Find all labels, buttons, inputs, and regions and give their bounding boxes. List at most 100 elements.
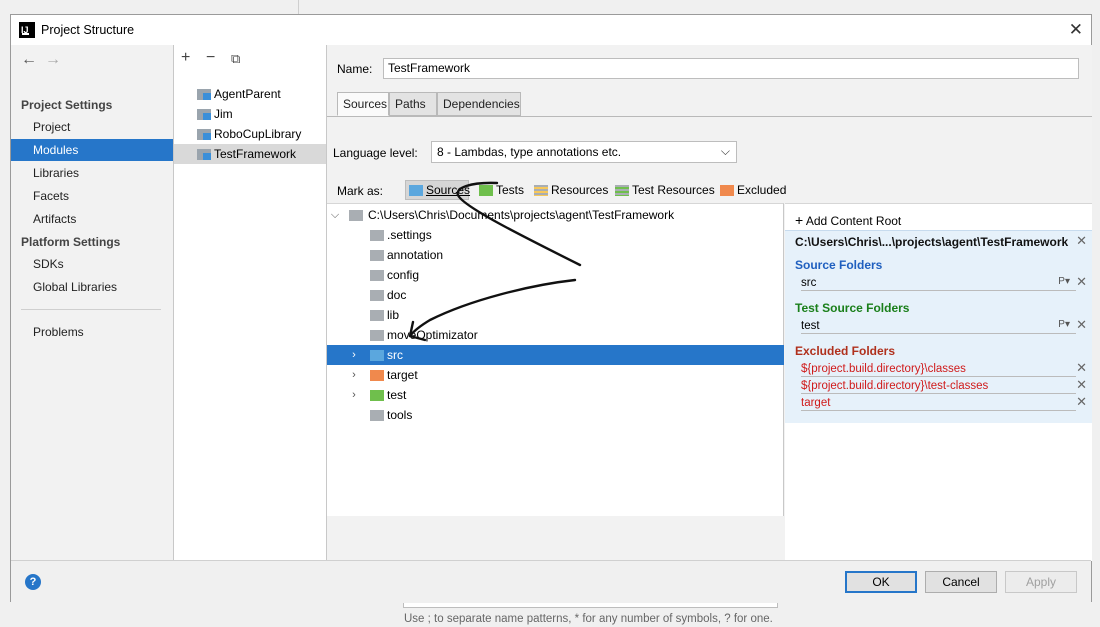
tree-row-label: doc <box>387 288 407 302</box>
module-label: Jim <box>214 107 233 121</box>
module-item[interactable]: Jim <box>174 104 326 124</box>
tree-row[interactable]: › target <box>327 365 784 385</box>
chevron-down-icon[interactable]: ⌵ <box>329 205 341 225</box>
tree-row-label: moveOptimizator <box>387 328 478 342</box>
tab-paths[interactable]: Paths <box>389 92 437 116</box>
tree-row[interactable]: lib <box>327 305 784 325</box>
excluded-folder-icon <box>720 185 734 196</box>
platform-settings-header: Platform Settings <box>21 235 121 249</box>
folder-icon <box>349 210 363 221</box>
remove-test-folder-icon[interactable]: ✕ <box>1076 317 1087 333</box>
excluded-folder-entry[interactable]: target <box>801 395 1076 411</box>
folder-icon <box>370 250 384 261</box>
remove-excluded-folder-icon[interactable]: ✕ <box>1076 394 1087 410</box>
nav-item-facets[interactable]: Facets <box>11 185 173 207</box>
cancel-button[interactable]: Cancel <box>925 571 997 593</box>
source-folders-header: Source Folders <box>795 258 883 272</box>
mark-test-resources-button[interactable]: Test Resources <box>611 180 719 200</box>
module-icon <box>197 128 211 140</box>
source-folder-entry[interactable]: src <box>801 275 1076 291</box>
background-divider <box>298 0 299 14</box>
chevron-right-icon[interactable]: › <box>348 345 360 365</box>
nav-item-libraries[interactable]: Libraries <box>11 162 173 184</box>
test-source-folders-header: Test Source Folders <box>795 301 910 315</box>
excluded-folder-entry[interactable]: ${project.build.directory}\test-classes <box>801 378 1076 394</box>
mark-resources-button[interactable]: Resources <box>530 180 612 200</box>
module-item[interactable]: RoboCupLibrary <box>174 124 326 144</box>
tab-dependencies[interactable]: Dependencies <box>437 92 521 116</box>
chevron-down-icon: ⌵ <box>720 144 730 158</box>
tree-row-label: config <box>387 268 420 282</box>
close-icon[interactable]: ✕ <box>1069 20 1083 40</box>
nav-item-sdks[interactable]: SDKs <box>11 253 173 275</box>
arrow-right-icon[interactable]: → <box>45 51 61 69</box>
nav-item-project[interactable]: Project <box>11 116 173 138</box>
nav-item-global-libraries[interactable]: Global Libraries <box>11 276 173 298</box>
arrow-left-icon[interactable]: ← <box>21 51 37 69</box>
apply-button[interactable]: Apply <box>1005 571 1077 593</box>
project-structure-dialog: IJ Project Structure ✕ ← → Project Setti… <box>10 14 1092 625</box>
remove-excluded-folder-icon[interactable]: ✕ <box>1076 360 1087 376</box>
module-item-selected[interactable]: TestFramework <box>174 144 326 164</box>
ok-button[interactable]: OK <box>845 571 917 593</box>
tree-row-selected[interactable]: › src <box>327 345 784 365</box>
mark-sources-button[interactable]: Sources <box>405 180 470 200</box>
tree-row[interactable]: tools <box>327 405 784 425</box>
intellij-app-icon: IJ <box>19 22 35 38</box>
module-icon <box>197 108 211 120</box>
project-settings-header: Project Settings <box>21 98 113 112</box>
content-roots-panel: + Add Content Root C:\Users\Chris\...\pr… <box>785 203 1092 561</box>
module-item[interactable]: AgentParent <box>174 84 326 104</box>
tab-sources[interactable]: Sources <box>337 92 389 116</box>
add-icon: + <box>795 212 804 228</box>
folder-icon <box>370 290 384 301</box>
language-level-value: 8 - Lambdas, type annotations etc. <box>437 145 622 159</box>
tree-row[interactable]: .settings <box>327 225 784 245</box>
remove-excluded-folder-icon[interactable]: ✕ <box>1076 377 1087 393</box>
language-level-select[interactable]: 8 - Lambdas, type annotations etc. ⌵ <box>431 141 737 163</box>
package-prefix-icon[interactable]: P▾ <box>1058 319 1070 330</box>
tree-row[interactable]: annotation <box>327 245 784 265</box>
tree-row-label: lib <box>387 308 400 322</box>
tree-root-row[interactable]: ⌵ C:\Users\Chris\Documents\projects\agen… <box>327 205 784 225</box>
module-icon <box>197 88 211 100</box>
mark-tests-label: Tests <box>496 183 525 197</box>
folder-icon <box>370 310 384 321</box>
add-content-root-button[interactable]: + Add Content Root <box>795 212 901 228</box>
module-name-field[interactable]: TestFramework <box>383 58 1079 79</box>
chevron-right-icon[interactable]: › <box>348 385 360 405</box>
nav-item-modules[interactable]: Modules <box>11 139 173 161</box>
package-prefix-icon[interactable]: P▾ <box>1058 276 1070 287</box>
copy-icon[interactable]: ⧉ <box>231 51 240 67</box>
test-source-folder-entry[interactable]: test <box>801 318 1076 334</box>
remove-root-icon[interactable]: ✕ <box>1076 233 1087 249</box>
tree-row[interactable]: › test <box>327 385 784 405</box>
mark-as-label: Mark as: <box>337 184 384 198</box>
tree-row[interactable]: config <box>327 265 784 285</box>
nav-item-problems[interactable]: Problems <box>11 321 173 343</box>
tree-row-label: annotation <box>387 248 444 262</box>
content-root-card: C:\Users\Chris\...\projects\agent\TestFr… <box>785 230 1092 423</box>
nav-item-artifacts[interactable]: Artifacts <box>11 208 173 230</box>
mark-tests-button[interactable]: Tests <box>475 180 528 200</box>
excluded-folder-entry[interactable]: ${project.build.directory}\classes <box>801 361 1076 377</box>
help-icon[interactable]: ? <box>25 574 41 590</box>
chevron-right-icon[interactable]: › <box>348 365 360 385</box>
tree-row[interactable]: doc <box>327 285 784 305</box>
language-level-label: Language level: <box>333 146 418 160</box>
remove-source-folder-icon[interactable]: ✕ <box>1076 274 1087 290</box>
add-icon[interactable]: + <box>181 49 190 67</box>
module-content: Name: TestFramework Sources Paths Depend… <box>327 45 1092 625</box>
dialog-button-bar: ? OK Cancel Apply <box>11 560 1091 603</box>
tree-row-label: .settings <box>387 228 432 242</box>
mark-excluded-button[interactable]: Excluded <box>716 180 790 200</box>
directory-tree[interactable]: ⌵ C:\Users\Chris\Documents\projects\agen… <box>327 203 784 516</box>
content-root-path: C:\Users\Chris\...\projects\agent\TestFr… <box>795 235 1069 249</box>
sources-panel: Language level: 8 - Lambdas, type annota… <box>327 116 1092 625</box>
window-title: Project Structure <box>41 23 135 37</box>
source-folder-icon <box>409 185 423 196</box>
tree-row-label: target <box>387 368 418 382</box>
add-content-root-label: Add Content Root <box>805 214 902 228</box>
tree-row[interactable]: moveOptimizator <box>327 325 784 345</box>
remove-icon[interactable]: − <box>206 49 215 67</box>
